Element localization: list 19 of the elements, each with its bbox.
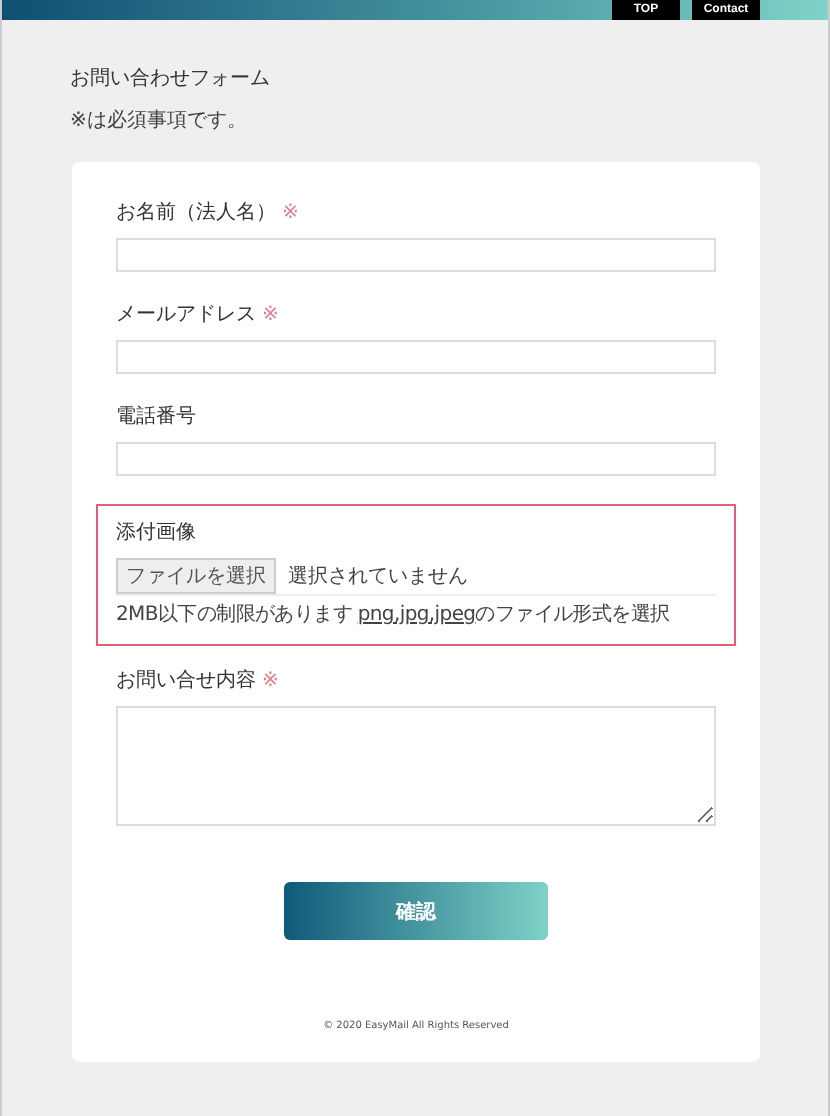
input-field[interactable] (116, 238, 716, 272)
required-mark: ※ (262, 669, 279, 691)
confirm-button[interactable]: 確認 (284, 882, 548, 940)
field-label: メールアドレス (116, 302, 256, 328)
field-label: お名前（法人名） (116, 199, 276, 226)
field-label: お問い合せ内容 (116, 667, 256, 694)
input-field[interactable] (116, 442, 716, 476)
message-textarea[interactable] (116, 706, 716, 826)
field-label: 添付画像 (116, 520, 196, 546)
field-label: 電話番号 (116, 403, 196, 430)
format-link[interactable]: png,jpg,jpeg (357, 604, 476, 626)
required-note: ※は必須事項です。 (70, 107, 249, 134)
page-title: お問い合わせフォーム (70, 66, 272, 92)
file-note: 2MB以下の制限があります png,jpg,jpegのファイル形式を選択 (116, 601, 672, 628)
required-mark: ※ (282, 201, 299, 223)
file-status: 選択されていません (288, 564, 468, 590)
input-field[interactable] (116, 340, 716, 374)
required-mark: ※ (262, 303, 279, 325)
file-select-button[interactable]: ファイルを選択 (116, 558, 276, 594)
